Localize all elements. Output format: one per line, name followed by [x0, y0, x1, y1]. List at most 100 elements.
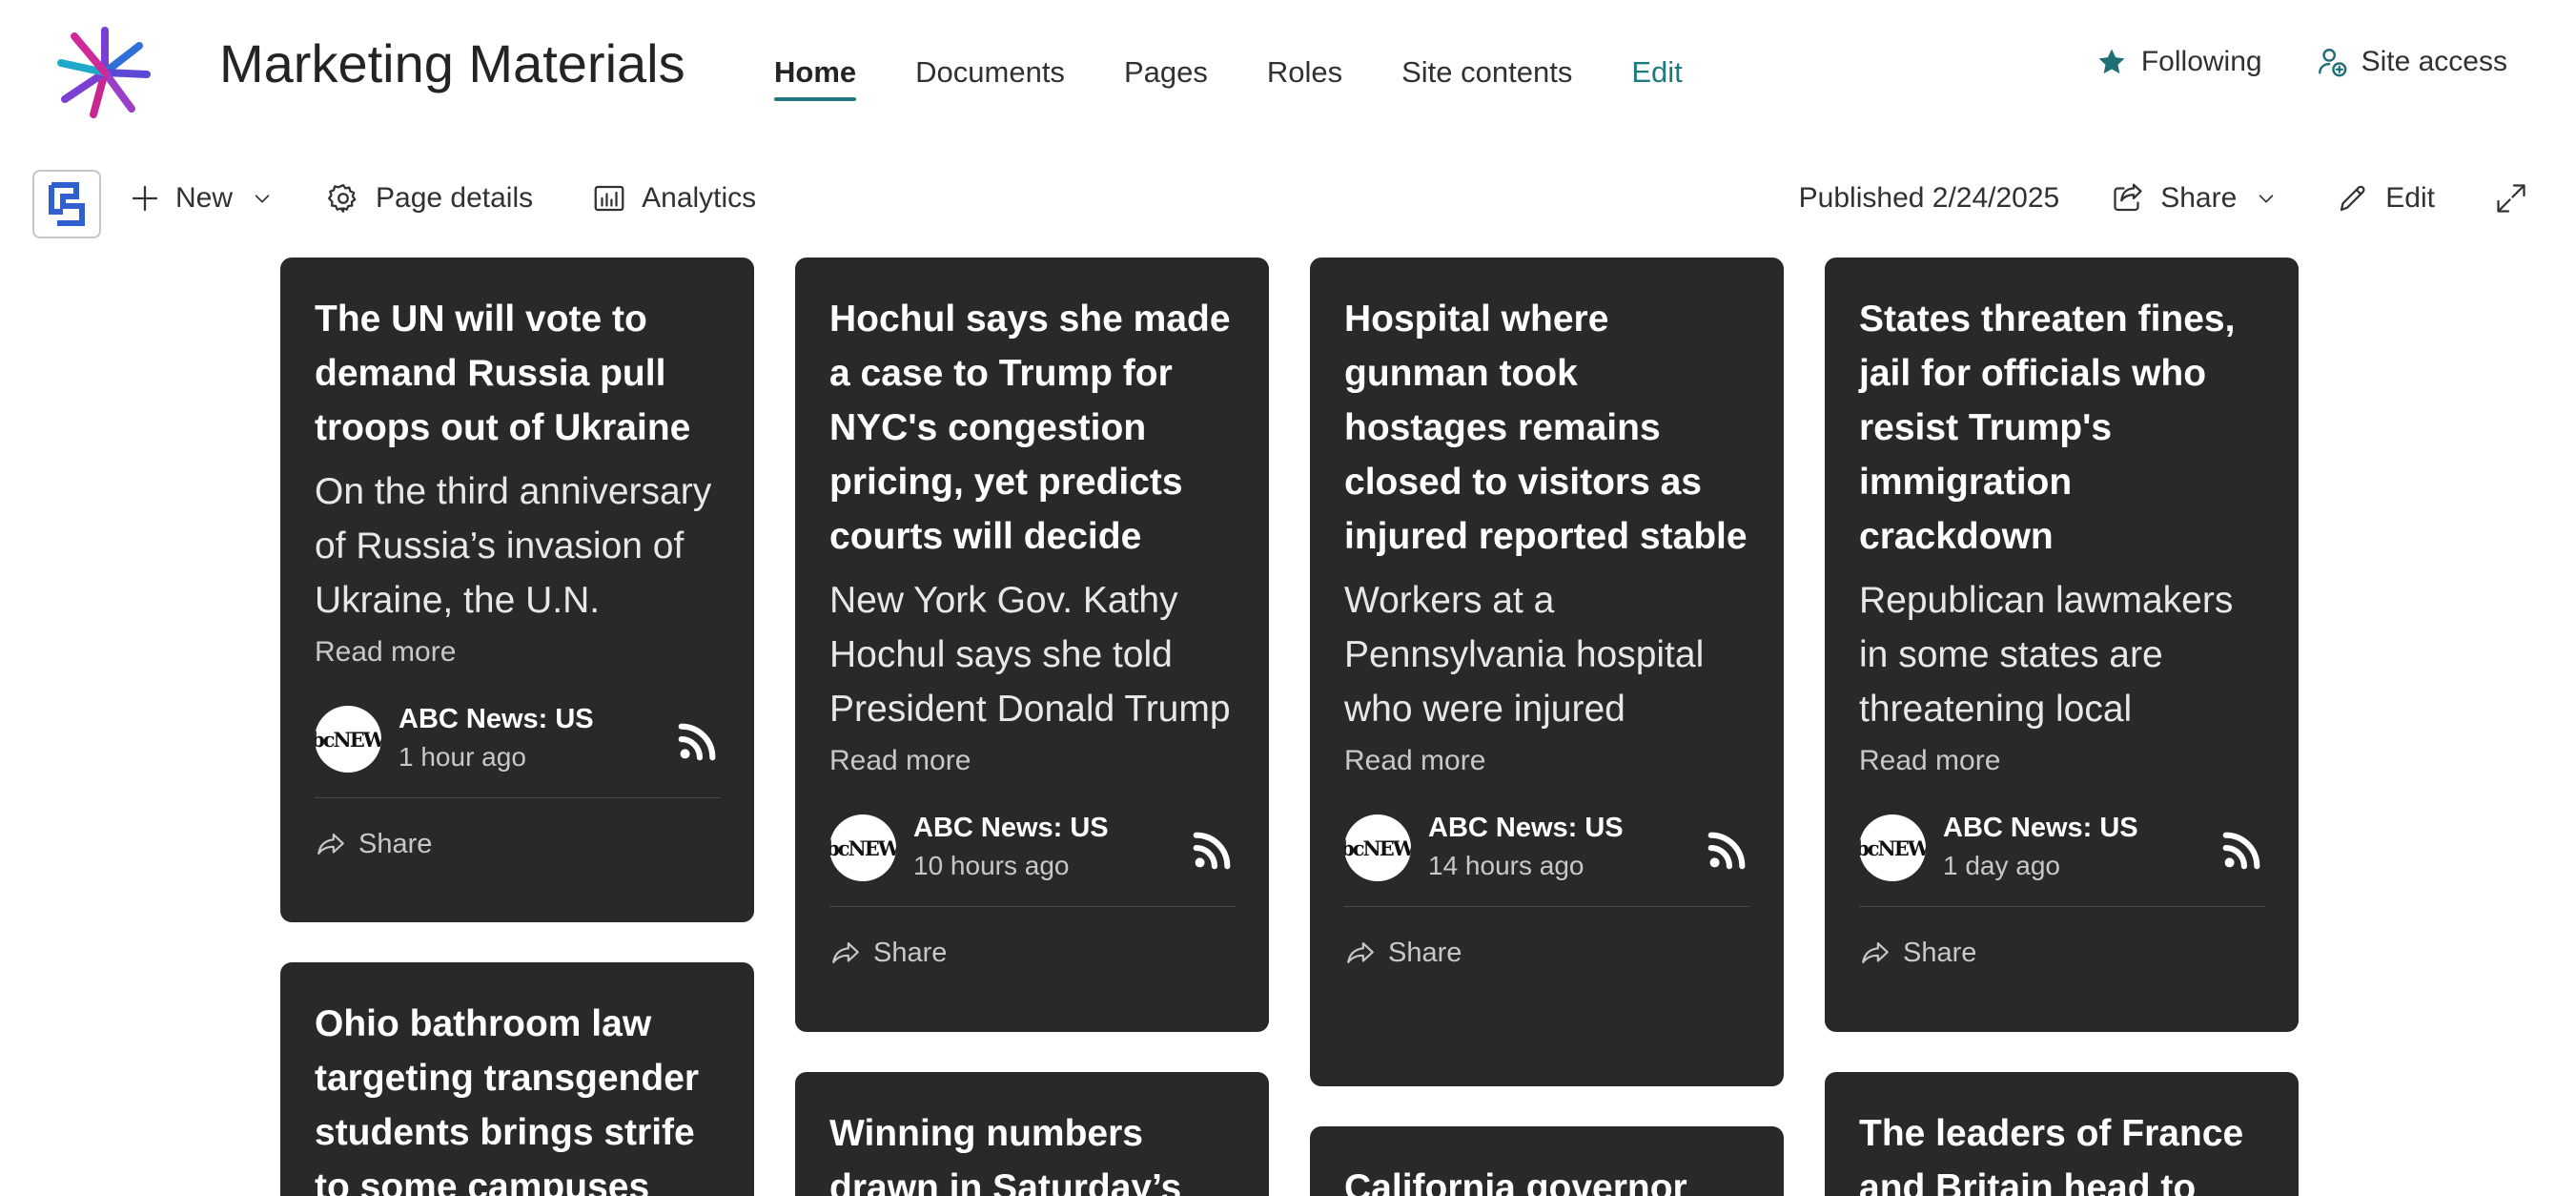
share-arrow-icon: [317, 834, 344, 855]
news-card[interactable]: Hochul says she made a case to Trump for…: [795, 258, 1269, 1032]
gear-icon: [328, 184, 357, 213]
analytics-icon: [594, 185, 624, 212]
new-button[interactable]: New: [130, 182, 273, 215]
card-description: Workers at a Pennsylvania hospital who w…: [1344, 580, 1705, 730]
person-add-icon: [2318, 49, 2346, 77]
app-launcher-button[interactable]: [32, 170, 101, 238]
published-status: Published 2/24/2025: [1798, 182, 2060, 214]
nav-item-pages[interactable]: Pages: [1124, 50, 1208, 95]
command-bar-right: Published 2/24/2025 Share Edit: [1799, 181, 2528, 216]
share-icon: [2114, 183, 2142, 212]
card-share-button[interactable]: Share: [829, 907, 1235, 999]
published-time: 10 hours ago: [913, 851, 1070, 880]
starburst-logo-icon: [57, 27, 151, 118]
nav-item-home[interactable]: Home: [774, 50, 857, 101]
nav-item-roles[interactable]: Roles: [1267, 50, 1342, 95]
share-arrow-icon: [1347, 942, 1374, 963]
edit-page-button[interactable]: Edit: [2336, 181, 2435, 216]
card-share-button[interactable]: Share: [1344, 907, 1749, 999]
page-details-button[interactable]: Page details: [326, 181, 533, 216]
news-card[interactable]: Ohio bathroom law targeting transgender …: [280, 962, 754, 1196]
page-details-label: Page details: [376, 182, 534, 214]
read-more-link[interactable]: Read more: [1344, 742, 1749, 780]
source-logo-text: abcNEWS: [1859, 835, 1926, 860]
share-page-button[interactable]: Share: [2111, 181, 2277, 216]
site-header: Marketing Materials Home Documents Pages…: [0, 0, 2576, 143]
card-title[interactable]: Hochul says she made a case to Trump for…: [829, 292, 1235, 564]
star-icon: [2098, 49, 2125, 74]
read-more-link[interactable]: Read more: [315, 633, 720, 671]
card-title[interactable]: The leaders of France and Britain head t…: [1859, 1106, 2264, 1196]
card-source: abcNEWS ABC News: US 10 hours ago: [829, 813, 1235, 881]
card-share-label: Share: [358, 828, 433, 859]
site-access-label: Site access: [2361, 46, 2507, 77]
analytics-button[interactable]: Analytics: [592, 181, 756, 216]
edit-page-label: Edit: [2385, 182, 2435, 214]
source-logo: abcNEWS: [829, 815, 896, 881]
read-more-link[interactable]: Read more: [829, 742, 1235, 780]
sharepoint-app-icon: [49, 182, 85, 226]
news-card[interactable]: The leaders of France and Britain head t…: [1825, 1072, 2299, 1196]
source-logo-text: abcNEWS: [315, 727, 381, 752]
rss-feed-icon[interactable]: [1191, 828, 1235, 872]
command-bar-left: New Page details Analytics: [130, 181, 756, 216]
card-source: abcNEWS ABC News: US 14 hours ago: [1344, 813, 1749, 881]
analytics-label: Analytics: [642, 182, 757, 214]
published-time: 14 hours ago: [1428, 851, 1584, 880]
nav-item-site-contents[interactable]: Site contents: [1401, 50, 1572, 95]
plus-icon: [132, 185, 158, 212]
card-share-label: Share: [1903, 937, 1977, 968]
expand-icon: [2497, 184, 2525, 213]
share-page-label: Share: [2160, 182, 2238, 214]
published-time: 1 day ago: [1943, 851, 2060, 880]
following-label: Following: [2140, 46, 2262, 77]
source-name: ABC News: US: [1943, 813, 2138, 843]
card-title[interactable]: California governor: [1344, 1161, 1749, 1196]
nav-item-documents[interactable]: Documents: [915, 50, 1065, 95]
share-arrow-icon: [832, 942, 859, 963]
card-share-label: Share: [873, 937, 948, 968]
card-title[interactable]: The UN will vote to demand Russia pull t…: [315, 292, 720, 455]
card-description: On the third anniversary of Russia’s inv…: [315, 471, 712, 621]
source-logo: abcNEWS: [1859, 815, 1926, 881]
pencil-icon: [2341, 185, 2365, 212]
card-title[interactable]: Winning numbers drawn in Saturday’s: [829, 1106, 1235, 1196]
news-card[interactable]: Winning numbers drawn in Saturday’s: [795, 1072, 1269, 1196]
published-time: 1 hour ago: [399, 742, 526, 772]
new-label: New: [175, 182, 234, 214]
source-name: ABC News: US: [1428, 813, 1624, 843]
site-access-button[interactable]: Site access: [2316, 46, 2507, 78]
chevron-down-icon: [2259, 195, 2274, 203]
source-logo: abcNEWS: [1344, 815, 1411, 881]
expand-button[interactable]: [2494, 181, 2528, 216]
nav-item-edit[interactable]: Edit: [1631, 50, 1682, 95]
source-name: ABC News: US: [913, 813, 1109, 843]
site-title[interactable]: Marketing Materials: [219, 31, 685, 97]
card-description: New York Gov. Kathy Hochul says she told…: [829, 580, 1231, 730]
news-card[interactable]: States threaten fines, jail for official…: [1825, 258, 2299, 1032]
following-button[interactable]: Following: [2096, 46, 2262, 78]
share-arrow-icon: [1862, 942, 1889, 963]
rss-feed-icon[interactable]: [676, 719, 720, 763]
card-share-button[interactable]: Share: [1859, 907, 2264, 999]
news-card[interactable]: Hospital where gunman took hostages rema…: [1310, 258, 1784, 1086]
news-card[interactable]: California governor: [1310, 1126, 1784, 1196]
rss-feed-icon[interactable]: [2220, 828, 2264, 872]
site-nav: Home Documents Pages Roles Site contents…: [774, 50, 1742, 101]
site-logo[interactable]: [55, 25, 154, 120]
card-source: abcNEWS ABC News: US 1 hour ago: [315, 704, 720, 773]
source-name: ABC News: US: [399, 704, 594, 734]
command-bar: New Page details Analytics Published 2/2…: [0, 162, 2576, 248]
card-share-label: Share: [1388, 937, 1462, 968]
card-title[interactable]: States threaten fines, jail for official…: [1859, 292, 2264, 564]
rss-feed-icon[interactable]: [1706, 828, 1749, 872]
card-share-button[interactable]: Share: [315, 798, 720, 890]
chevron-down-icon: [255, 195, 270, 203]
source-logo-text: abcNEWS: [1344, 835, 1411, 860]
card-title[interactable]: Hospital where gunman took hostages rema…: [1344, 292, 1749, 564]
header-actions: Following Site access: [2042, 46, 2507, 78]
card-title[interactable]: Ohio bathroom law targeting transgender …: [315, 997, 720, 1196]
read-more-link[interactable]: Read more: [1859, 742, 2264, 780]
card-source: abcNEWS ABC News: US 1 day ago: [1859, 813, 2264, 881]
news-card[interactable]: The UN will vote to demand Russia pull t…: [280, 258, 754, 922]
